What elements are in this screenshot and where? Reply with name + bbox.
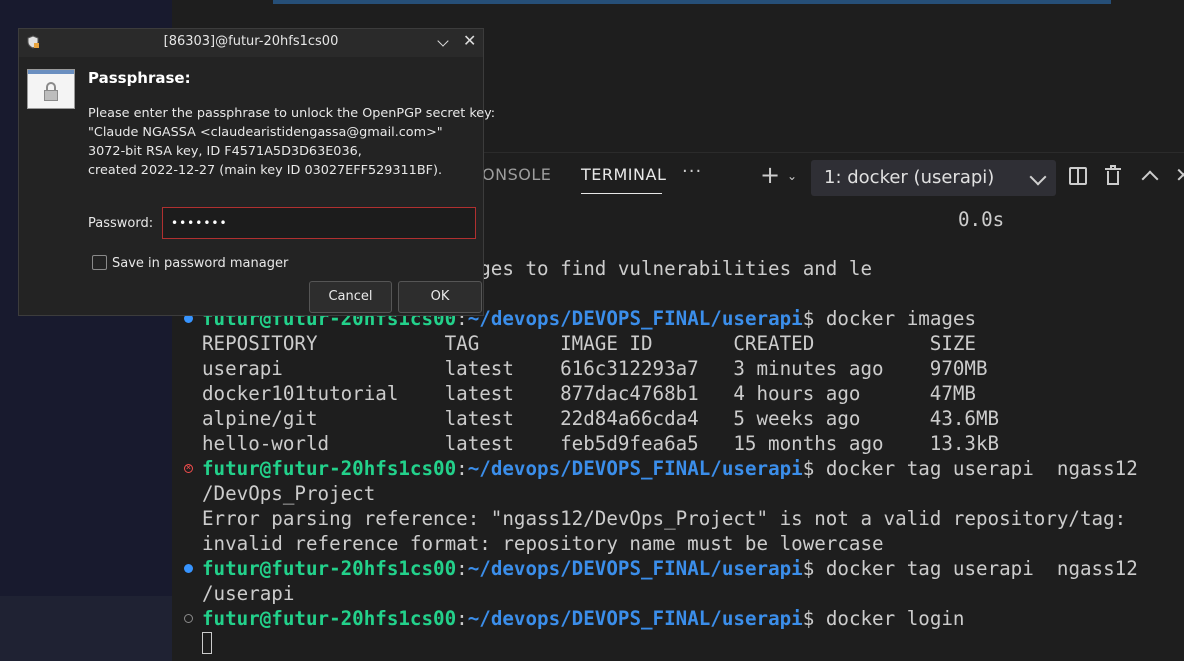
- dialog-title: [86303]@futur-20hfs1cs00: [163, 34, 339, 49]
- terminal-line: /userapi: [202, 582, 295, 605]
- dialog-heading: Passphrase:: [88, 69, 191, 87]
- password-label: Password:: [88, 216, 154, 231]
- dialog-message: Please enter the passphrase to unlock th…: [88, 104, 495, 180]
- editor-line-highlight: [273, 0, 1111, 4]
- cancel-button[interactable]: Cancel: [309, 281, 392, 313]
- save-password-checkbox[interactable]: [92, 255, 107, 270]
- dialog-message-line: Please enter the passphrase to unlock th…: [88, 106, 496, 121]
- active-tab-indicator: [581, 193, 662, 194]
- dialog-message-line: 3072-bit RSA key, ID F4571A5D3D63E036,: [88, 144, 362, 159]
- split-terminal-icon[interactable]: [1069, 167, 1087, 185]
- build-timing: 0.0s: [958, 208, 1005, 231]
- table-row: hello-world latest feb5d9fea6a5 15 month…: [202, 432, 1000, 455]
- save-password-label[interactable]: Save in password manager: [112, 256, 288, 271]
- new-terminal-icon[interactable]: +: [760, 163, 780, 187]
- chevron-down-icon: [1029, 168, 1047, 186]
- terminal-prompt-line: futur@futur-20hfs1cs00:~/devops/DEVOPS_F…: [202, 557, 1138, 580]
- close-icon[interactable]: ✕: [1175, 163, 1184, 187]
- table-row: docker101tutorial latest 877dac4768b1 4 …: [202, 382, 976, 405]
- trash-icon[interactable]: [1105, 165, 1121, 187]
- close-icon[interactable]: ✕: [463, 32, 476, 50]
- maximize-panel-icon[interactable]: [1141, 170, 1159, 188]
- side-bar-lower: [0, 596, 172, 661]
- terminal-prompt-line: futur@futur-20hfs1cs00:~/devops/DEVOPS_F…: [202, 607, 965, 630]
- ok-button[interactable]: OK: [398, 281, 482, 313]
- tab-terminal[interactable]: TERMINAL: [581, 165, 666, 184]
- chevron-down-icon[interactable]: ⌄: [787, 169, 797, 183]
- password-field[interactable]: [162, 207, 476, 239]
- error-line: invalid reference format: repository nam…: [202, 532, 884, 555]
- passphrase-dialog: [86303]@futur-20hfs1cs00 ✕ Passphrase: P…: [18, 28, 495, 316]
- table-row: alpine/git latest 22d84a66cda4 5 weeks a…: [202, 407, 1000, 430]
- command-error-icon[interactable]: ×: [184, 464, 193, 473]
- command-pending-icon[interactable]: [184, 614, 193, 623]
- lock-icon: [27, 69, 75, 109]
- terminal-line: /DevOps_Project: [202, 482, 376, 505]
- dialog-message-line: created 2022-12-27 (main key ID 03027EFF…: [88, 163, 443, 178]
- more-tabs-icon[interactable]: ···: [682, 161, 702, 182]
- table-row: userapi latest 616c312293a7 3 minutes ag…: [202, 357, 988, 380]
- terminal-cursor: [202, 632, 212, 654]
- terminal-selector[interactable]: 1: docker (userapi): [811, 160, 1056, 196]
- dialog-titlebar[interactable]: [86303]@futur-20hfs1cs00 ✕: [19, 29, 483, 57]
- terminal-selector-label: 1: docker (userapi): [824, 167, 995, 188]
- dialog-message-line: "Claude NGASSA <claudearistidengassa@gma…: [88, 125, 443, 140]
- terminal-prompt-line: futur@futur-20hfs1cs00:~/devops/DEVOPS_F…: [202, 457, 1138, 480]
- command-success-icon[interactable]: [184, 564, 193, 573]
- error-line: Error parsing reference: "ngass12/DevOps…: [202, 507, 1127, 530]
- table-header: REPOSITORY TAG IMAGE ID CREATED SIZE: [202, 332, 976, 355]
